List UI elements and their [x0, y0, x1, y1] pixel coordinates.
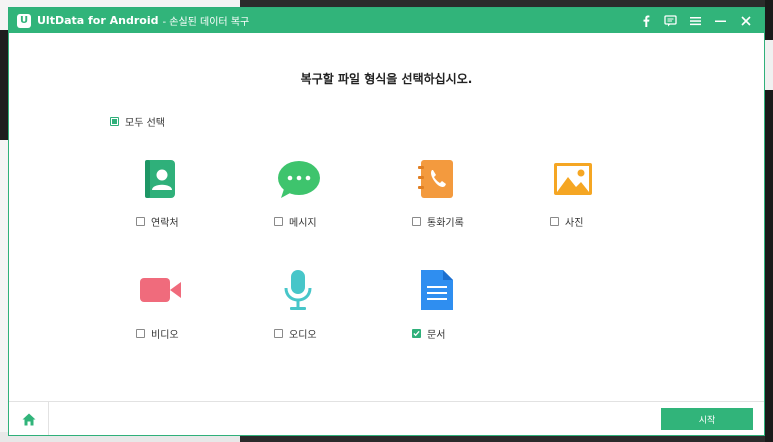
photos-option[interactable]: 사진	[550, 214, 583, 229]
minimize-icon[interactable]	[708, 8, 733, 33]
photos-checkbox[interactable]	[550, 217, 559, 226]
select-all-checkbox[interactable]	[110, 117, 119, 126]
close-icon[interactable]	[733, 8, 758, 33]
facebook-icon[interactable]	[633, 8, 658, 33]
call-log-option[interactable]: 통화기록	[412, 214, 464, 229]
home-icon	[22, 413, 35, 426]
title-bar: U UltData for Android - 손실된 데이터 복구	[9, 8, 764, 33]
document-checkbox[interactable]	[412, 329, 421, 338]
audio-checkbox[interactable]	[274, 329, 283, 338]
messages-option[interactable]: 메시지	[274, 214, 317, 229]
app-subtitle: - 손실된 데이터 복구	[162, 17, 250, 28]
feedback-icon[interactable]	[658, 8, 683, 33]
call-log-checkbox[interactable]	[412, 217, 421, 226]
file-type-contacts[interactable]: 연락처	[136, 158, 227, 238]
app-window: U UltData for Android - 손실된 데이터 복구 복구할 파…	[8, 7, 765, 436]
background-edge-light	[765, 40, 773, 90]
audio-icon	[284, 270, 312, 310]
app-title: UltData for Android	[37, 14, 159, 27]
footer-divider	[9, 401, 764, 402]
photos-icon	[554, 163, 592, 195]
page-title: 복구할 파일 형식을 선택하십시오.	[300, 72, 473, 86]
home-button[interactable]	[9, 402, 49, 435]
photos-label: 사진	[565, 218, 584, 229]
file-type-audio[interactable]: 오디오	[274, 270, 365, 350]
messages-icon	[278, 161, 320, 198]
menu-icon[interactable]	[683, 8, 708, 33]
messages-label: 메시지	[289, 218, 317, 229]
video-label: 비디오	[151, 330, 179, 341]
audio-option[interactable]: 오디오	[274, 326, 317, 341]
video-icon	[140, 278, 181, 302]
video-checkbox[interactable]	[136, 329, 145, 338]
select-all-label: 모두 선택	[125, 118, 165, 129]
audio-label: 오디오	[289, 330, 317, 341]
contacts-checkbox[interactable]	[136, 217, 145, 226]
file-type-messages[interactable]: 메시지	[274, 158, 365, 238]
file-type-video[interactable]: 비디오	[136, 270, 227, 350]
checkmark-icon	[413, 330, 420, 337]
app-logo: U	[17, 13, 31, 28]
start-button[interactable]: 시작	[661, 408, 753, 430]
title-bar-controls	[633, 8, 758, 33]
video-option[interactable]: 비디오	[136, 326, 179, 341]
select-all-toggle[interactable]: 모두 선택	[110, 114, 165, 129]
messages-checkbox[interactable]	[274, 217, 283, 226]
document-icon	[421, 270, 453, 310]
contacts-option[interactable]: 연락처	[136, 214, 179, 229]
call-log-icon	[418, 160, 453, 198]
document-label: 문서	[427, 330, 446, 341]
contacts-icon	[145, 160, 175, 198]
contacts-label: 연락처	[151, 218, 179, 229]
call-log-label: 통화기록	[427, 218, 464, 229]
document-option[interactable]: 문서	[412, 326, 445, 341]
file-type-document[interactable]: 문서	[412, 270, 503, 350]
file-type-call-log[interactable]: 통화기록	[412, 158, 503, 238]
file-type-photos[interactable]: 사진	[550, 158, 641, 238]
